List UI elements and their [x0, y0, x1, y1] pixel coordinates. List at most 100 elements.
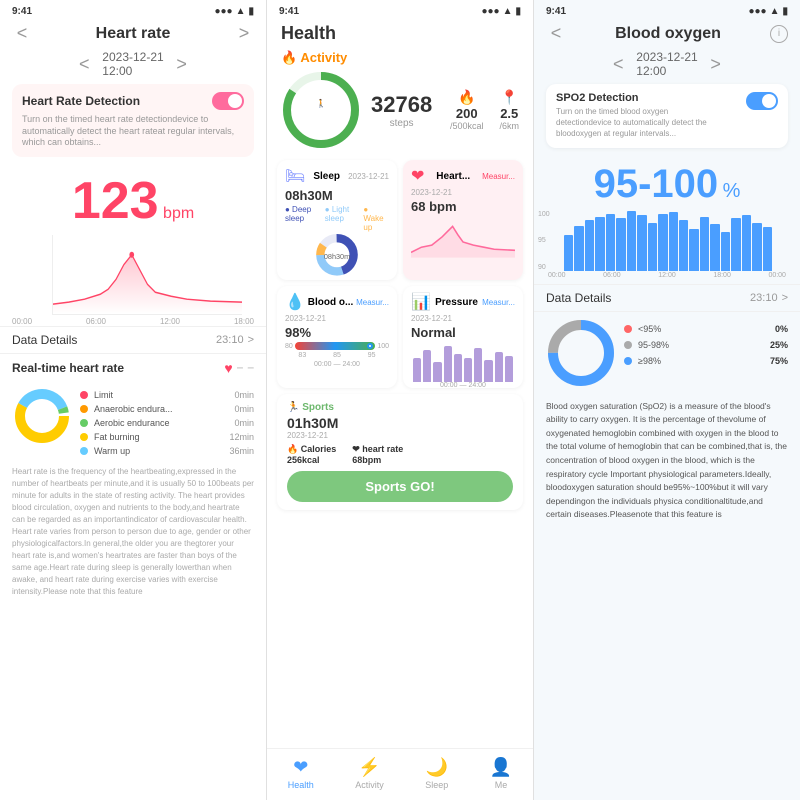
heart-icon: ♥ [224, 360, 232, 376]
spo2-b15 [710, 224, 719, 271]
header-1: < Heart rate > [0, 19, 266, 48]
nav-me[interactable]: 👤 Me [490, 757, 512, 790]
legend-section: Limit 0min Anaerobic endura... 0min Aero… [0, 382, 266, 460]
time-3: 9:41 [546, 6, 566, 17]
blood-card-header: 💧 Blood o... Measur... [285, 292, 389, 312]
pressure-card-title: Pressure [435, 297, 478, 308]
data-details-right: 23:10 > [216, 334, 254, 346]
spo2-toggle-row: SPO2 Detection Turn on the timed blood o… [556, 92, 778, 140]
phone-health: 9:41 ●●● ▲ ▮ Health 🔥 Activity 🚶 32768 [267, 0, 534, 800]
toggle-row: Heart Rate Detection [22, 92, 244, 110]
sports-hr-stat: ❤ heart rate 68bpm [352, 444, 403, 465]
blood-icon: 💧 [285, 292, 305, 312]
pressure-measure[interactable]: Measur... [482, 298, 515, 307]
pressure-card-header: 📊 Pressure Measur... [411, 292, 515, 312]
bpm-value: 123 [72, 172, 159, 230]
calories-label: /500kcal [450, 121, 484, 131]
pressure-time: 00:00 — 24:00 [411, 382, 515, 389]
bp-bar-8 [484, 360, 492, 382]
spo2-b19 [752, 223, 761, 271]
calories-icon-small: 🔥 Calories [287, 444, 336, 454]
sleep-chart: 08h30m [285, 234, 389, 274]
spo2-toggle[interactable] [746, 92, 778, 110]
sports-calories-stat: 🔥 Calories 256kcal [287, 444, 336, 465]
p3-donut [546, 318, 616, 388]
heart-icon-small: ❤ heart rate [352, 444, 403, 454]
pressure-card[interactable]: 📊 Pressure Measur... 2023-12-21 Normal [403, 286, 523, 388]
spo2-range: 95-100 [594, 162, 719, 206]
spo2-desc: Turn on the timed blood oxygen detection… [556, 106, 718, 140]
legend-item-anaerobic: Anaerobic endura... 0min [80, 404, 254, 414]
data-details-label: Data Details [12, 333, 77, 347]
blood-card-title: Blood o... [308, 297, 354, 308]
spo2-label: SPO2 Detection [556, 92, 746, 104]
spo2-b10 [658, 214, 667, 271]
spo2-b16 [721, 232, 730, 271]
activity-section: 🔥 Activity 🚶 32768 steps 🔥 200 /500kcal [267, 46, 533, 154]
bp-bar-4 [444, 346, 452, 382]
heart-card[interactable]: ❤ Heart... Measur... 2023-12-21 68 bpm [403, 160, 523, 280]
p3-data-details[interactable]: Data Details 23:10 > [534, 284, 800, 312]
spo2-b6 [616, 218, 625, 271]
spo2-chart [560, 211, 776, 271]
heart-chart-svg [53, 235, 242, 314]
distance-label: /6km [499, 121, 519, 131]
p3-date: 2023-12-21 12:00 [636, 50, 697, 78]
realtime-icons: ♥ – – [224, 360, 254, 376]
spo2-b13 [689, 229, 698, 271]
nav-health[interactable]: ❤ Health [288, 757, 314, 790]
nav-sleep-label: Sleep [425, 780, 448, 790]
date-forward[interactable]: > [172, 54, 192, 75]
sleep-card[interactable]: 🛏 Sleep 2023-12-21 08h30M ● Deep sleep ●… [277, 160, 397, 280]
back-arrow-1[interactable]: < [12, 23, 32, 44]
p3-x-labels: 00:00 06:00 12:00 18:00 00:00 [534, 271, 800, 280]
bp-bar-9 [495, 352, 503, 382]
nav-activity-label: Activity [355, 780, 384, 790]
status-bar-3: 9:41 ●●● ▲ ▮ [534, 0, 800, 19]
p3-date-forward[interactable]: > [706, 54, 726, 75]
p3-data-details-right: 23:10 > [750, 292, 788, 304]
nav-health-label: Health [288, 780, 314, 790]
health-nav-icon: ❤ [293, 757, 308, 778]
blood-oxygen-card[interactable]: 💧 Blood o... Measur... 2023-12-21 98% 80… [277, 286, 397, 388]
legend-dot-warmup [80, 447, 88, 455]
distance-item: 📍 2.5 /6km [499, 89, 519, 131]
p3-legend-95-98: 95-98% 25% [624, 340, 788, 350]
phone-bloodoxygen: 9:41 ●●● ▲ ▮ < Blood oxygen i < 2023-12-… [534, 0, 800, 800]
spo2-b9 [648, 223, 657, 271]
blood-measure[interactable]: Measur... [356, 298, 389, 307]
spo2-b17 [731, 218, 740, 271]
bpm-display: 123 bpm [0, 163, 266, 235]
forward-arrow-1[interactable]: > [234, 23, 254, 44]
nav-activity[interactable]: ⚡ Activity [355, 757, 384, 790]
spo2-b4 [595, 217, 604, 271]
bp-bar-10 [505, 356, 513, 382]
heart-card-svg [411, 216, 515, 258]
steps-label: steps [371, 118, 432, 129]
sports-duration: 01h30M [287, 415, 513, 431]
heart-value: 68 bpm [411, 199, 515, 214]
sports-icon: 🏃 [287, 402, 299, 413]
realtime-row: Real-time heart rate ♥ – – [0, 354, 266, 382]
legend-item-aerobic: Aerobic endurance 0min [80, 418, 254, 428]
spo2-bar-chart [560, 211, 776, 271]
spo2-chart-wrapper: 100 95 90 [534, 211, 800, 271]
sleep-value: 08h30M [285, 188, 389, 203]
flame-icon: 🔥 [450, 89, 484, 106]
info-icon[interactable]: i [770, 25, 788, 43]
me-nav-icon: 👤 [490, 757, 512, 778]
data-details-row[interactable]: Data Details 23:10 > [0, 326, 266, 354]
donut-chart [12, 386, 72, 446]
date-back[interactable]: < [74, 54, 94, 75]
steps-info: 32768 steps [371, 92, 432, 129]
heart-measure[interactable]: Measur... [482, 172, 515, 181]
nav-sleep[interactable]: 🌙 Sleep [425, 757, 448, 790]
p3-date-back[interactable]: < [608, 54, 628, 75]
spo2-b11 [669, 212, 678, 271]
sports-go-button[interactable]: Sports GO! [287, 471, 513, 502]
activity-ring-svg: 🚶 [281, 70, 361, 150]
heart-rate-toggle[interactable] [212, 92, 244, 110]
p3-back[interactable]: < [546, 23, 566, 44]
activity-title-text: Activity [300, 50, 347, 65]
bp-bar-5 [454, 354, 462, 382]
